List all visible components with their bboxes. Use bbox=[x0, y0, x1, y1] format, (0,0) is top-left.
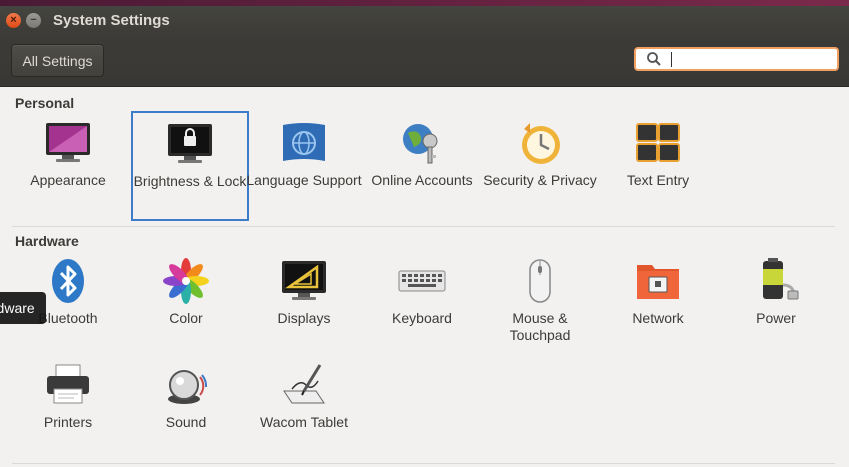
keyboard-icon bbox=[398, 270, 446, 292]
tooltip-text: Hardware bbox=[0, 300, 35, 316]
system-settings-window: × − System Settings All Settings Persona… bbox=[0, 6, 849, 467]
item-label: Language Support bbox=[246, 172, 362, 188]
item-label: Mouse & Touchpad bbox=[509, 310, 571, 343]
item-language-support[interactable]: Language Support bbox=[245, 119, 363, 189]
toolbar: All Settings bbox=[0, 36, 849, 87]
item-wacom-tablet[interactable]: Wacom Tablet bbox=[245, 361, 363, 431]
close-button[interactable]: × bbox=[6, 13, 21, 28]
text-entry-icon bbox=[636, 123, 680, 162]
section-hardware: Hardware bbox=[15, 233, 79, 249]
item-displays[interactable]: Displays bbox=[245, 257, 363, 327]
close-icon: × bbox=[10, 14, 17, 26]
tooltip: Hardware bbox=[0, 292, 46, 324]
brightness-lock-icon bbox=[168, 124, 212, 163]
item-security-privacy[interactable]: Security & Privacy bbox=[481, 119, 599, 189]
item-label: Power bbox=[756, 310, 796, 326]
item-brightness-lock[interactable]: Brightness & Lock bbox=[131, 111, 249, 221]
item-sound[interactable]: Sound bbox=[127, 361, 245, 431]
displays-icon bbox=[282, 261, 326, 300]
search-input[interactable] bbox=[634, 47, 839, 71]
wacom-tablet-icon bbox=[283, 364, 325, 404]
title-bar: × − System Settings bbox=[0, 6, 849, 36]
section-divider bbox=[12, 463, 835, 464]
item-network[interactable]: Network bbox=[599, 257, 717, 327]
item-label: Wacom Tablet bbox=[260, 414, 348, 430]
sound-icon bbox=[168, 370, 208, 404]
language-icon bbox=[283, 123, 325, 161]
item-label: Online Accounts bbox=[371, 172, 473, 188]
item-keyboard[interactable]: Keyboard bbox=[363, 257, 481, 327]
item-label: Keyboard bbox=[392, 310, 452, 326]
item-label: Printers bbox=[43, 414, 93, 430]
section-divider bbox=[12, 226, 835, 227]
mouse-icon bbox=[529, 259, 551, 303]
item-color[interactable]: Color bbox=[127, 257, 245, 327]
item-label: Color bbox=[169, 310, 203, 326]
network-icon bbox=[637, 265, 679, 299]
settings-panel: Personal Appearance Brightness & Lock La… bbox=[0, 87, 849, 467]
item-power[interactable]: Power bbox=[717, 257, 835, 327]
color-icon bbox=[163, 258, 209, 304]
item-printers[interactable]: Printers bbox=[9, 361, 127, 431]
search-icon bbox=[647, 52, 661, 66]
item-label: Appearance bbox=[30, 172, 106, 188]
item-appearance[interactable]: Appearance bbox=[9, 119, 127, 189]
item-label: Displays bbox=[277, 310, 331, 326]
item-label: Brightness & Lock bbox=[133, 173, 247, 189]
item-label: Security & Privacy bbox=[483, 172, 597, 188]
minimize-button[interactable]: − bbox=[26, 13, 41, 28]
minimize-icon: − bbox=[30, 14, 37, 26]
item-mouse-touchpad[interactable]: Mouse & Touchpad bbox=[481, 257, 599, 344]
appearance-icon bbox=[46, 123, 90, 162]
window-title: System Settings bbox=[53, 12, 170, 29]
power-icon bbox=[763, 258, 799, 300]
security-privacy-icon bbox=[522, 123, 560, 164]
item-label: Network bbox=[632, 310, 684, 326]
printer-icon bbox=[47, 364, 89, 404]
bluetooth-icon bbox=[52, 259, 84, 303]
item-label: Sound bbox=[165, 414, 207, 430]
all-settings-button[interactable]: All Settings bbox=[11, 44, 104, 77]
text-cursor bbox=[671, 52, 672, 67]
item-text-entry[interactable]: Text Entry bbox=[599, 119, 717, 189]
item-online-accounts[interactable]: Online Accounts bbox=[363, 119, 481, 189]
online-accounts-icon bbox=[403, 124, 438, 164]
section-personal: Personal bbox=[15, 95, 75, 111]
item-label: Text Entry bbox=[626, 172, 690, 188]
